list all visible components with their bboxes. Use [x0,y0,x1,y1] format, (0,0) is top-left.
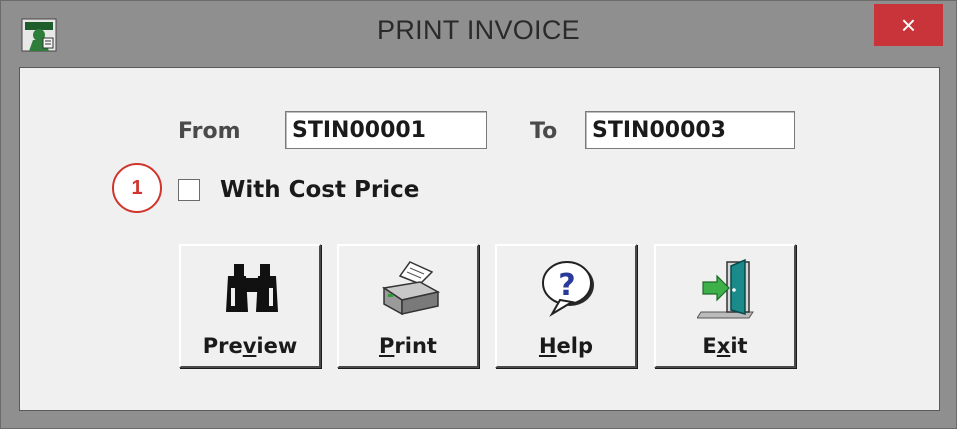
with-cost-price-label[interactable]: With Cost Price [220,177,419,203]
preview-button[interactable]: Preview [179,244,321,368]
to-invoice-field[interactable]: STIN00003 [585,111,795,149]
binoculars-icon [226,264,278,312]
exit-label: Exit [702,334,748,358]
dialog-body: From STIN00001 To STIN00003 [19,67,940,411]
help-label: Help [538,334,594,358]
print-label: Print [379,334,437,358]
to-label: To [530,119,558,144]
preview-label: Preview [202,334,298,358]
exit-door-icon [697,258,754,319]
print-button[interactable]: Print [337,244,479,368]
from-invoice-field[interactable]: STIN00001 [285,111,487,149]
printer-icon [382,261,440,316]
from-label: From [178,119,241,144]
help-button[interactable]: ? Help [495,244,637,368]
window-title: PRINT INVOICE [377,15,580,45]
exit-button[interactable]: Exit [654,244,796,368]
print-invoice-window: PRINT INVOICE × From STIN00001 To STIN00… [0,0,957,429]
help-bubble-icon: ? [542,261,594,317]
annotation-badge: 1 [112,163,162,213]
svg-text:?: ? [558,268,575,303]
title-bar[interactable]: PRINT INVOICE × [1,1,956,66]
close-button[interactable]: × [874,4,943,46]
with-cost-price-checkbox[interactable] [178,179,200,201]
